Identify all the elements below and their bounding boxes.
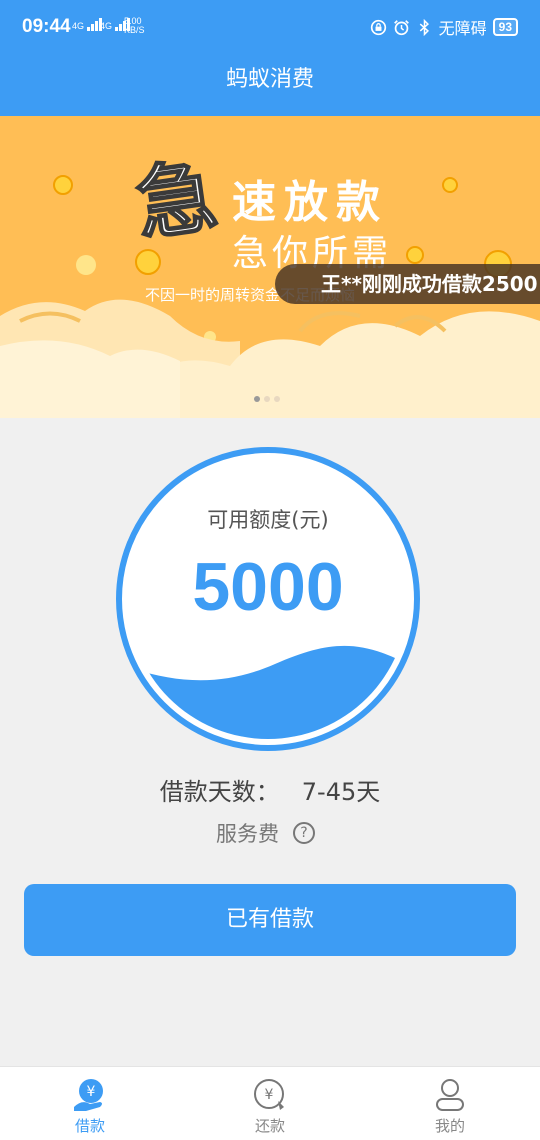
status-time: 09:44 — [22, 16, 71, 37]
promo-banner[interactable]: 急 速放款 急你所需 不因一时的周转资金不足而烦恼 王**刚刚成功借款2500 — [0, 116, 540, 418]
carousel-dots[interactable] — [254, 396, 280, 402]
net-speed: 5.00 KB/S — [124, 16, 145, 35]
help-icon[interactable]: ? — [293, 822, 315, 844]
repay-icon: ¥ — [254, 1079, 284, 1110]
loan-days: 借款天数： 7-45天 — [0, 772, 540, 807]
loan-days-label: 借款天数： — [159, 778, 280, 806]
signal-icon: 4G — [72, 18, 103, 31]
service-fee[interactable]: 服务费 ? — [216, 818, 315, 848]
svg-text:¥: ¥ — [265, 1087, 274, 1103]
bluetooth-icon — [419, 18, 429, 36]
carousel-dot[interactable] — [274, 396, 280, 402]
big-char: 急 — [130, 149, 222, 252]
alarm-icon — [393, 19, 409, 35]
tab-label: 我的 — [434, 1117, 465, 1135]
tab-bar: ¥ 借款 ¥ 还款 我的 — [0, 1066, 540, 1140]
tab-label: 借款 — [74, 1117, 105, 1135]
accessibility-label: 无障碍 — [438, 19, 487, 38]
status-bar: 09:44 4G 4G 5.00 KB/S 无障碍 93 — [0, 0, 540, 52]
tab-label: 还款 — [254, 1117, 285, 1135]
lock-icon — [370, 19, 386, 35]
tab-profile[interactable]: 我的 — [360, 1067, 540, 1140]
carousel-dot[interactable] — [254, 396, 260, 402]
credit-label: 可用额度(元) — [207, 508, 329, 532]
existing-loan-button[interactable]: 已有借款 — [24, 884, 516, 956]
tab-loan[interactable]: ¥ 借款 — [0, 1067, 180, 1140]
loan-icon: ¥ — [74, 1079, 103, 1111]
battery-icon: 93 — [492, 18, 518, 36]
tab-repay[interactable]: ¥ 还款 — [180, 1067, 360, 1140]
loan-ticker: 王**刚刚成功借款2500 — [275, 264, 540, 304]
carousel-dot[interactable] — [264, 396, 270, 402]
profile-icon — [436, 1079, 464, 1111]
page-title: 蚂蚁消费 — [0, 52, 540, 116]
credit-gauge: 可用额度(元) 5000 — [115, 446, 421, 752]
loan-days-value: 7-45天 — [301, 778, 381, 806]
banner-headline: 速放款 — [232, 177, 388, 228]
svg-text:¥: ¥ — [87, 1084, 96, 1100]
service-fee-label: 服务费 — [216, 822, 279, 846]
credit-amount: 5000 — [192, 549, 344, 625]
